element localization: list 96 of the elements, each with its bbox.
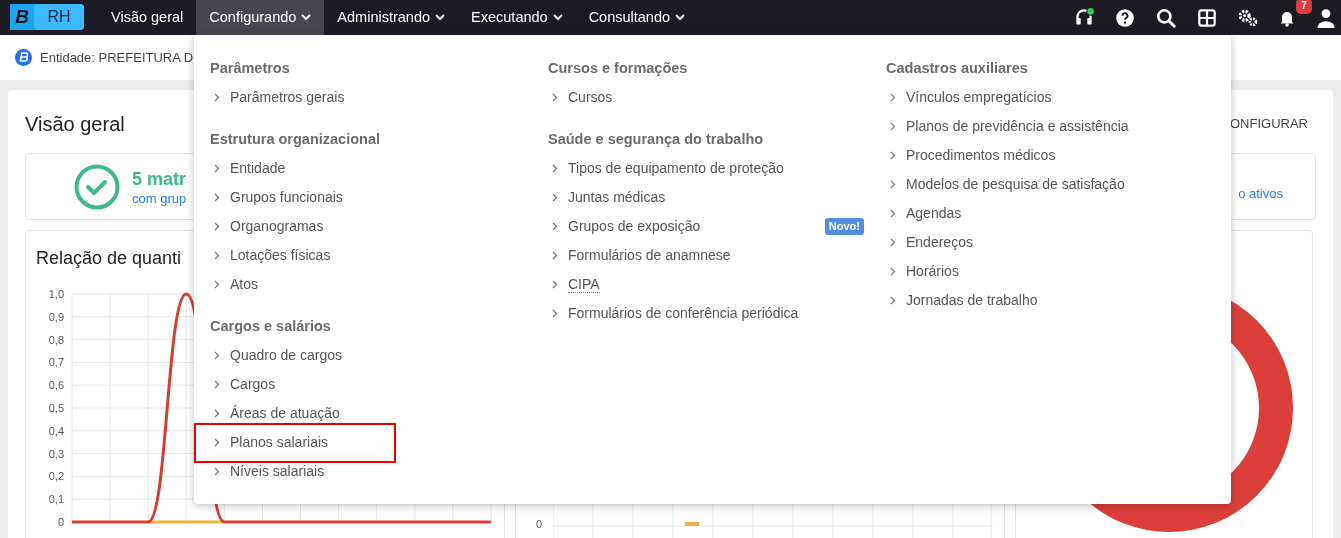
caret-icon	[552, 14, 563, 21]
chevron-icon	[890, 238, 896, 247]
help-icon[interactable]	[1114, 6, 1136, 29]
overview-title: Visão geral	[25, 112, 125, 137]
axis-tick-label: 0	[536, 517, 543, 532]
stat-link[interactable]: o ativos	[1238, 183, 1283, 204]
chevron-icon	[552, 164, 558, 173]
menu-item[interactable]: Parâmetros gerais	[214, 87, 345, 108]
stat-caption-link[interactable]: com grup	[132, 190, 187, 207]
chevron-icon	[890, 93, 896, 102]
chevron-icon	[552, 280, 558, 289]
axis-tick-label: 0,4	[48, 424, 64, 437]
chevron-icon	[890, 180, 896, 189]
chevron-icon	[214, 351, 220, 360]
axis-tick-label: 0,7	[48, 356, 64, 369]
chart-title: Relação de quanti	[36, 247, 182, 270]
caret-icon	[435, 14, 446, 21]
nav-tab[interactable]: Configurando	[196, 0, 325, 35]
chevron-icon	[890, 151, 896, 160]
check-circle-icon	[74, 163, 120, 210]
menu-item[interactable]: Planos de previdência e assistência	[890, 116, 1129, 137]
menu-item[interactable]: Planos salariais	[214, 432, 329, 453]
axis-tick-label: 0	[57, 516, 64, 528]
chevron-icon	[214, 193, 220, 202]
menu-item[interactable]: Vínculos empregatícios	[890, 87, 1052, 108]
menu-section-heading: Saúde e segurança do trabalho	[548, 130, 765, 149]
axis-tick-label: 0,9	[48, 310, 64, 323]
menu-item[interactable]: CIPA	[552, 276, 600, 293]
menu-item[interactable]: Quadro de cargos	[214, 345, 343, 366]
chevron-icon	[214, 164, 220, 173]
menu-item[interactable]: Horários	[890, 261, 959, 282]
notification-badge: 7	[1296, 0, 1312, 14]
chevron-icon	[214, 251, 220, 260]
caret-icon	[675, 14, 686, 21]
menu-item[interactable]: Endereços	[890, 232, 973, 253]
menu-item[interactable]: Níveis salariais	[214, 461, 325, 482]
menu-item[interactable]: Agendas	[890, 203, 962, 224]
stat-value: 5 matr	[132, 167, 187, 191]
menu-item[interactable]: Juntas médicas	[552, 187, 666, 208]
menu-item[interactable]: Cargos	[214, 374, 276, 395]
configure-link[interactable]: ONFIGURAR	[1230, 114, 1308, 134]
axis-tick-label: 0,2	[48, 470, 64, 483]
nav-tab[interactable]: Visão geral	[98, 0, 197, 35]
chevron-icon	[890, 296, 896, 305]
chevron-icon	[890, 122, 896, 131]
entity-label: Entidade: PREFEITURA D	[40, 48, 194, 67]
nav-tab[interactable]: Administrando	[324, 0, 459, 35]
grid-icon[interactable]	[1196, 6, 1218, 29]
chevron-icon	[214, 93, 220, 102]
app-logo[interactable]: B RH	[10, 4, 84, 30]
menu-item[interactable]: Atos	[214, 274, 258, 295]
chevron-icon	[214, 280, 220, 289]
menu-section-heading: Cadastros auxiliares	[886, 59, 1029, 78]
chevron-icon	[890, 209, 896, 218]
chevron-icon	[214, 438, 220, 447]
axis-tick-label: 0,3	[48, 447, 64, 460]
chevron-icon	[552, 309, 558, 318]
caret-icon	[301, 14, 312, 21]
axis-tick-label: 0,6	[48, 379, 64, 392]
menu-section-heading: Estrutura organizacional	[210, 130, 381, 149]
chart-bar	[685, 522, 699, 526]
chevron-icon	[214, 222, 220, 231]
axis-tick-label: 0,8	[48, 333, 64, 346]
axis-tick-label: 1,0	[48, 288, 64, 300]
menu-item[interactable]: Procedimentos médicos	[890, 145, 1056, 166]
menu-item[interactable]: Áreas de atuação	[214, 403, 340, 424]
chevron-icon	[552, 251, 558, 260]
menu-section-heading: Cursos e formações	[548, 59, 689, 78]
menu-item[interactable]: Formulários de conferência periódica	[552, 303, 799, 324]
chevron-icon	[552, 93, 558, 102]
nav-tab[interactable]: Executando	[458, 0, 576, 35]
menu-item[interactable]: Grupos de exposição	[552, 216, 701, 237]
menu-item[interactable]: Jornadas de trabalho	[890, 290, 1038, 311]
menu-item[interactable]: Entidade	[214, 158, 286, 179]
menu-section-heading: Cargos e salários	[210, 317, 332, 336]
new-badge: Novo!	[824, 218, 864, 235]
nav-tab[interactable]: Consultando	[575, 0, 699, 35]
menu-item[interactable]: Modelos de pesquisa de satisfação	[890, 174, 1125, 195]
menu-item[interactable]: Tipos de equipamento de proteção	[552, 158, 784, 179]
menu-item[interactable]: Formulários de anamnese	[552, 245, 731, 266]
entity-logo-icon	[15, 49, 32, 66]
menu-section-heading: Parâmetros	[210, 59, 291, 78]
axis-tick-label: 0,1	[48, 493, 64, 506]
menu-item[interactable]: Cursos	[552, 87, 613, 108]
search-icon[interactable]	[1155, 6, 1177, 29]
menu-item[interactable]: Lotações físicas	[214, 245, 331, 266]
chevron-icon	[552, 222, 558, 231]
chevron-icon	[890, 267, 896, 276]
menu-item[interactable]: Grupos funcionais	[214, 187, 343, 208]
chevron-icon	[214, 467, 220, 476]
axis-tick-label: 0,5	[48, 402, 64, 414]
menu-item[interactable]: Organogramas	[214, 216, 324, 237]
chevron-icon	[214, 409, 220, 418]
chevron-icon	[552, 193, 558, 202]
user-icon[interactable]	[1315, 6, 1337, 29]
chevron-icon	[214, 380, 220, 389]
